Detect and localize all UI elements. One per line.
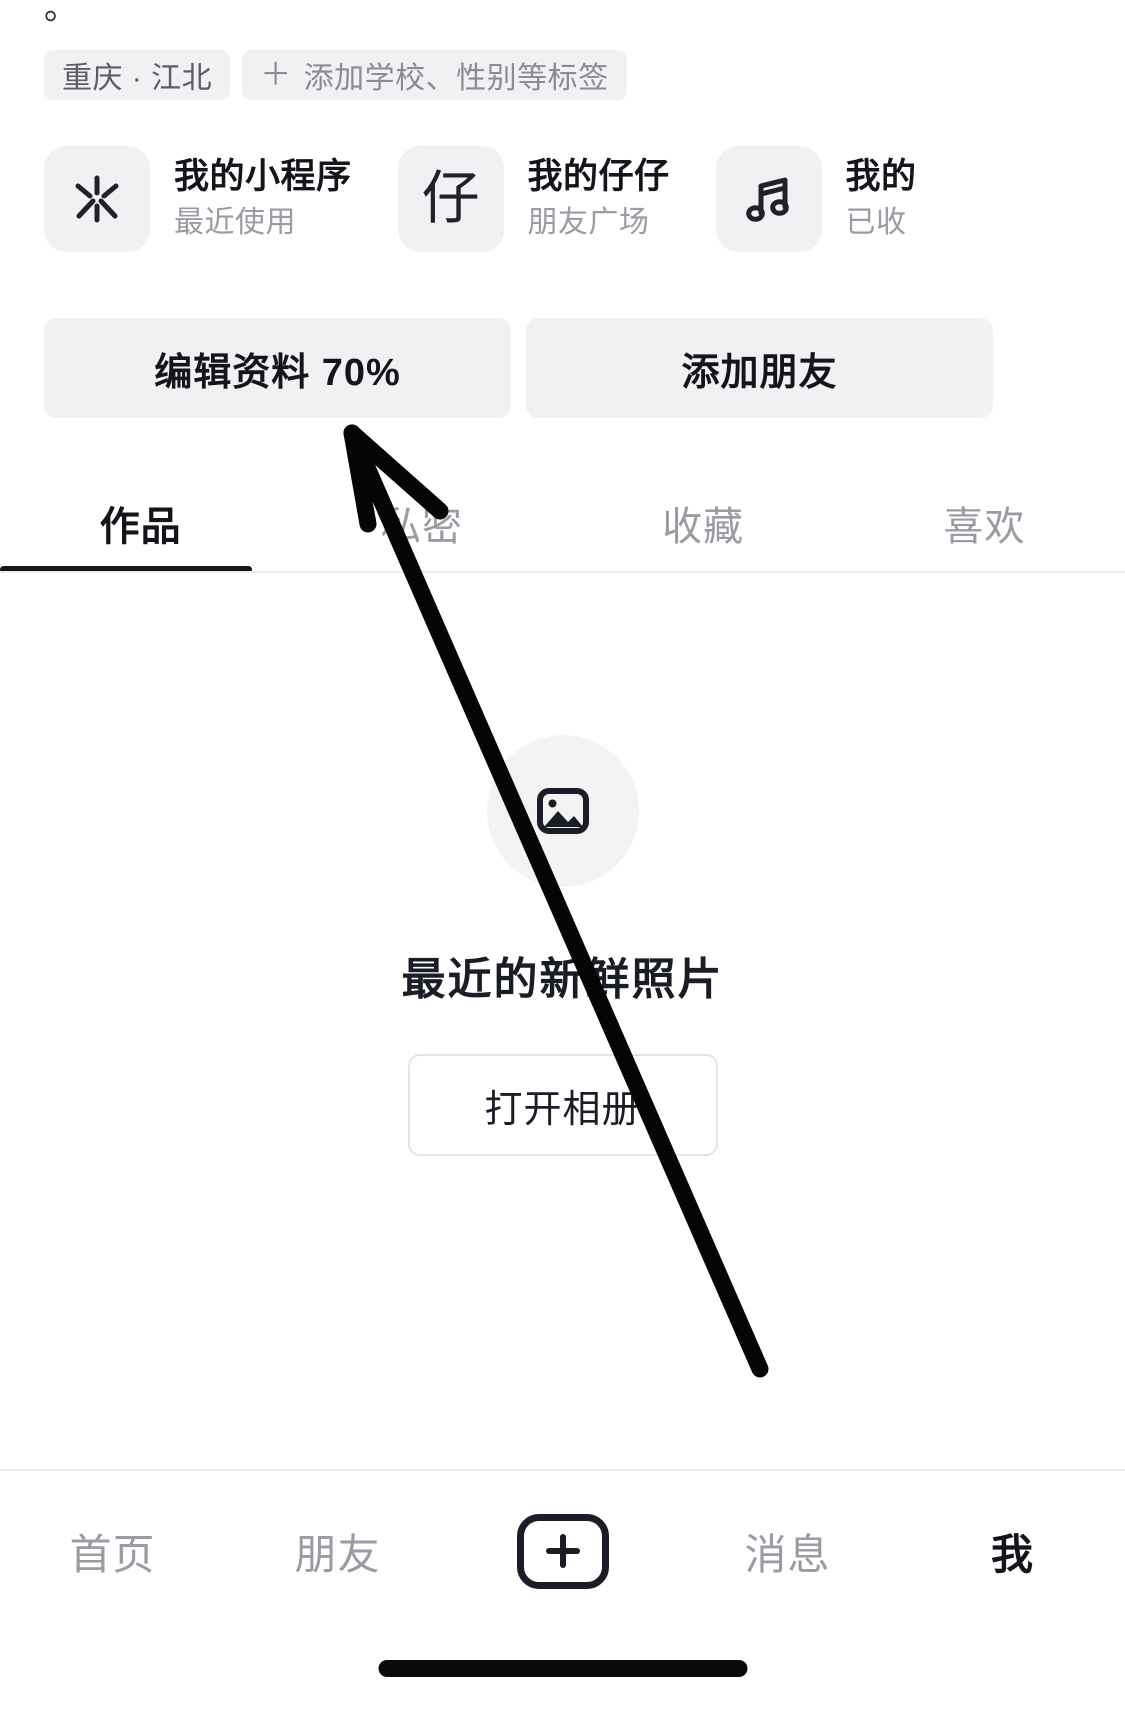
- mini-program-title: 我的: [845, 157, 917, 196]
- zai-glyph-icon: 仔: [397, 146, 504, 252]
- mini-program-title: 我的仔仔: [527, 157, 670, 196]
- content-tabs: 作品 私密 收藏 喜欢: [0, 474, 1125, 572]
- bio-overflow-text: 。: [44, 0, 79, 27]
- nav-item-home-label: 首页: [69, 1530, 156, 1578]
- tab-collections[interactable]: 收藏: [563, 474, 844, 572]
- nav-item-messages-label: 消息: [744, 1530, 831, 1578]
- tab-likes[interactable]: 喜欢: [844, 474, 1125, 572]
- profile-screen: 。 重庆 · 江北 ＋ 添加学校、性别等标签 我的小程序 最近使用 仔 我的仔仔…: [0, 0, 1125, 1721]
- mini-program-card-my-music[interactable]: 我的 已收: [715, 146, 917, 252]
- sparkle-icon: [44, 146, 150, 252]
- mini-program-text: 我的仔仔 朋友广场: [528, 154, 670, 244]
- add-friend-label: 添加朋友: [681, 351, 838, 394]
- empty-state: 最近的新鲜照片 打开相册: [0, 735, 1125, 1156]
- nav-item-friends-label: 朋友: [294, 1530, 381, 1578]
- mini-program-card-my-miniapps[interactable]: 我的小程序 最近使用: [44, 146, 352, 252]
- mini-program-subtitle: 最近使用: [174, 206, 296, 239]
- image-placeholder-icon: [486, 735, 639, 887]
- tab-private[interactable]: 私密: [281, 474, 562, 572]
- tag-row: 重庆 · 江北 ＋ 添加学校、性别等标签: [44, 50, 627, 100]
- add-tag-label: 添加学校、性别等标签: [303, 62, 609, 95]
- open-album-label: 打开相册: [484, 1088, 641, 1131]
- mini-program-subtitle: 朋友广场: [527, 206, 650, 239]
- nav-item-friends[interactable]: 朋友: [225, 1521, 450, 1582]
- home-indicator: [378, 1660, 747, 1677]
- tabs-divider: [0, 571, 1125, 573]
- edit-profile-label: 编辑资料 70%: [154, 351, 401, 394]
- zai-glyph-label: 仔: [421, 166, 480, 231]
- mini-program-text: 我的小程序 最近使用: [174, 154, 352, 244]
- nav-item-home[interactable]: 首页: [0, 1521, 225, 1582]
- empty-state-title: 最近的新鲜照片: [401, 955, 724, 1004]
- plus-icon: [516, 1513, 609, 1589]
- nav-item-me-label: 我: [990, 1530, 1034, 1578]
- profile-action-row: 编辑资料 70% 添加朋友: [44, 318, 993, 418]
- tab-collections-label: 收藏: [662, 505, 745, 549]
- mini-program-card-my-zaizai[interactable]: 仔 我的仔仔 朋友广场: [397, 146, 670, 252]
- music-note-icon: [715, 146, 822, 252]
- add-friend-button[interactable]: 添加朋友: [526, 318, 993, 418]
- add-tag-chip[interactable]: ＋ 添加学校、性别等标签: [242, 50, 627, 100]
- location-tag-label: 重庆 · 江北: [62, 62, 213, 95]
- mini-program-subtitle: 已收: [845, 206, 907, 239]
- tab-likes-label: 喜欢: [943, 505, 1026, 549]
- nav-item-create[interactable]: [450, 1513, 675, 1589]
- tab-private-label: 私密: [380, 505, 463, 549]
- mini-program-title: 我的小程序: [174, 157, 352, 196]
- tab-works[interactable]: 作品: [0, 474, 281, 572]
- nav-item-messages[interactable]: 消息: [675, 1521, 900, 1582]
- edit-profile-button[interactable]: 编辑资料 70%: [44, 318, 511, 418]
- tab-works-label: 作品: [99, 505, 182, 549]
- open-album-button[interactable]: 打开相册: [407, 1054, 718, 1156]
- mini-program-strip[interactable]: 我的小程序 最近使用 仔 我的仔仔 朋友广场 我的 已收: [44, 146, 917, 252]
- location-tag-chip[interactable]: 重庆 · 江北: [44, 50, 231, 100]
- bottom-navigation: 首页 朋友 消息 我: [0, 1471, 1125, 1631]
- plus-icon: ＋: [260, 56, 292, 92]
- nav-item-me[interactable]: 我: [900, 1521, 1125, 1582]
- mini-program-text: 我的 已收: [846, 154, 917, 244]
